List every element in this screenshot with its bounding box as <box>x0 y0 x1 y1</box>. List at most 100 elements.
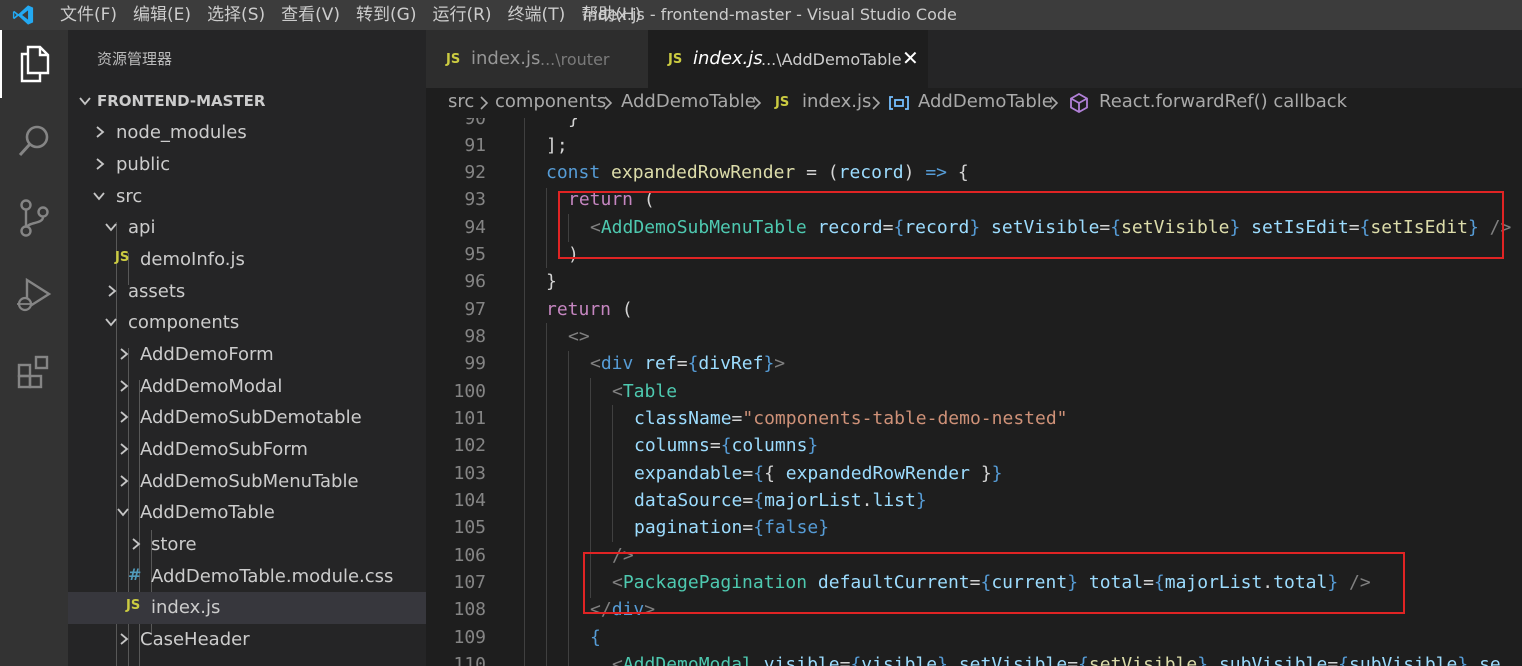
indent-guide <box>612 405 613 542</box>
code-line: { <box>590 627 601 648</box>
tree-item-adddemosubdemotable[interactable]: AddDemoSubDemotable <box>68 402 426 434</box>
indent-guide <box>524 118 525 666</box>
breadcrumb-item[interactable]: index.js <box>802 91 871 112</box>
line-number: 110 <box>453 654 486 666</box>
line-number: 106 <box>453 545 486 566</box>
chevron-down-icon <box>79 97 91 106</box>
code-line: return ( <box>546 299 633 320</box>
highlight-box-pagination <box>583 552 1405 614</box>
line-number: 99 <box>464 353 486 374</box>
tree-item-label: demoInfo.js <box>140 249 245 270</box>
tree-item-label: AddDemoTable <box>140 502 275 523</box>
tree-item-src[interactable]: src <box>68 181 426 213</box>
variable-symbol-icon <box>889 96 909 110</box>
breadcrumb-item[interactable]: AddDemoTable <box>918 91 1053 112</box>
activity-explorer[interactable] <box>0 30 68 98</box>
tree-item-caseheader[interactable]: CaseHeader <box>68 624 426 656</box>
chevron-right-icon <box>1050 96 1059 110</box>
tree-item-assets[interactable]: assets <box>68 276 426 308</box>
chevron-right-icon <box>604 96 613 110</box>
chevron-right-icon <box>96 158 105 170</box>
js-file-icon: JS <box>775 95 790 110</box>
tree-item-label: CaseHeader <box>140 629 250 650</box>
explorer-sidebar: 资源管理器 FRONTEND-MASTER node_modules publi… <box>68 30 426 666</box>
menu-terminal[interactable]: 终端(T) <box>500 0 574 30</box>
menu-bar: 文件(F) 编辑(E) 选择(S) 查看(V) 转到(G) 运行(R) 终端(T… <box>46 0 649 30</box>
chevron-right-icon <box>108 285 117 297</box>
menu-go[interactable]: 转到(G) <box>348 0 424 30</box>
source-control-icon <box>20 199 49 237</box>
code-line: <div ref={divRef}> <box>590 353 786 374</box>
code-line: expandable={{ expandedRowRender }} <box>634 463 1003 484</box>
js-file-icon: JS <box>115 250 130 265</box>
root-folder-label: FRONTEND-MASTER <box>97 92 266 110</box>
tree-item-demoinfo-js[interactable]: JS demoInfo.js <box>68 244 426 276</box>
tree-item-adddemomodal[interactable]: AddDemoModal <box>68 371 426 403</box>
close-icon[interactable]: ✕ <box>902 46 919 70</box>
activity-source-control[interactable] <box>0 184 68 252</box>
tree-item-label: AddDemoSubForm <box>140 439 308 460</box>
tree-item-api[interactable]: api <box>68 212 426 244</box>
chevron-right-icon <box>120 633 129 645</box>
menu-edit[interactable]: 编辑(E) <box>125 0 199 30</box>
tree-item-adddemotable[interactable]: AddDemoTable <box>68 497 426 529</box>
breadcrumb-item[interactable]: src <box>448 91 474 112</box>
code-line: <AddDemoModal visible={visible} setVisib… <box>612 654 1501 666</box>
breadcrumb-item[interactable]: React.forwardRef() callback <box>1099 91 1347 112</box>
chevron-down-icon <box>93 192 105 201</box>
menu-run[interactable]: 运行(R) <box>424 0 499 30</box>
line-number: 102 <box>453 435 486 456</box>
tree-item-public[interactable]: public <box>68 149 426 181</box>
code-line: dataSource={majorList.list} <box>634 490 927 511</box>
explorer-title: 资源管理器 <box>97 50 173 68</box>
line-number: 105 <box>453 517 486 538</box>
activity-run-debug[interactable] <box>0 261 68 329</box>
tree-item-label: store <box>151 534 197 555</box>
menu-view[interactable]: 查看(V) <box>273 0 348 30</box>
tree-item-adddemotable-css[interactable]: # AddDemoTable.module.css <box>68 561 426 593</box>
tree-item-label: AddDemoModal <box>140 376 283 397</box>
activity-search[interactable] <box>0 107 68 175</box>
tree-item-components[interactable]: components <box>68 307 426 339</box>
explorer-root-folder[interactable]: FRONTEND-MASTER <box>68 90 426 114</box>
method-cube-icon <box>1070 93 1088 113</box>
css-file-icon: # <box>128 565 142 584</box>
activity-extensions[interactable] <box>0 338 68 406</box>
code-editor[interactable]: 90 91 92 93 94 95 96 97 98 99 100 101 10… <box>426 118 1522 666</box>
chevron-down-icon <box>105 223 117 232</box>
code-line: className="components-table-demo-nested" <box>634 408 1068 429</box>
tab-filename: index.js <box>471 48 541 69</box>
extensions-icon <box>17 355 49 389</box>
js-file-icon: JS <box>446 52 461 67</box>
breadcrumb-item[interactable]: AddDemoTable <box>621 91 756 112</box>
title-bar: 文件(F) 编辑(E) 选择(S) 查看(V) 转到(G) 运行(R) 终端(T… <box>0 0 1522 30</box>
chevron-right-icon <box>120 411 129 423</box>
tree-item-store[interactable]: store <box>68 529 426 561</box>
breadcrumb-item[interactable]: components <box>495 91 606 112</box>
tree-item-label: AddDemoForm <box>140 344 274 365</box>
tree-item-adddemosubmenutable[interactable]: AddDemoSubMenuTable <box>68 466 426 498</box>
code-line: } <box>568 118 579 129</box>
tree-item-adddemoform[interactable]: AddDemoForm <box>68 339 426 371</box>
menu-selection[interactable]: 选择(S) <box>199 0 273 30</box>
tree-item-node-modules[interactable]: node_modules <box>68 117 426 149</box>
search-icon <box>18 125 49 157</box>
js-file-icon: JS <box>668 52 683 67</box>
tree-item-label: AddDemoTable.module.css <box>151 566 394 587</box>
tree-item-index-js[interactable]: JS index.js <box>68 592 426 624</box>
tab-index-js-adddemotable[interactable]: JS index.js ...\AddDemoTable ✕ <box>648 30 928 88</box>
indent-guide <box>546 188 547 268</box>
menu-help[interactable]: 帮助(H) <box>573 0 649 30</box>
chevron-right-icon <box>120 443 129 455</box>
tab-index-js-router[interactable]: JS index.js ...\router <box>426 30 648 88</box>
menu-file[interactable]: 文件(F) <box>46 0 125 30</box>
tree-item-adddemosubform[interactable]: AddDemoSubForm <box>68 434 426 466</box>
line-number: 98 <box>464 326 486 347</box>
line-number: 96 <box>464 271 486 292</box>
code-line: } <box>546 271 557 292</box>
tree-item-label: AddDemoSubDemotable <box>140 407 362 428</box>
activity-bar <box>0 30 68 666</box>
line-number: 93 <box>464 189 486 210</box>
line-number: 104 <box>453 490 486 511</box>
code-line: <> <box>568 326 590 347</box>
